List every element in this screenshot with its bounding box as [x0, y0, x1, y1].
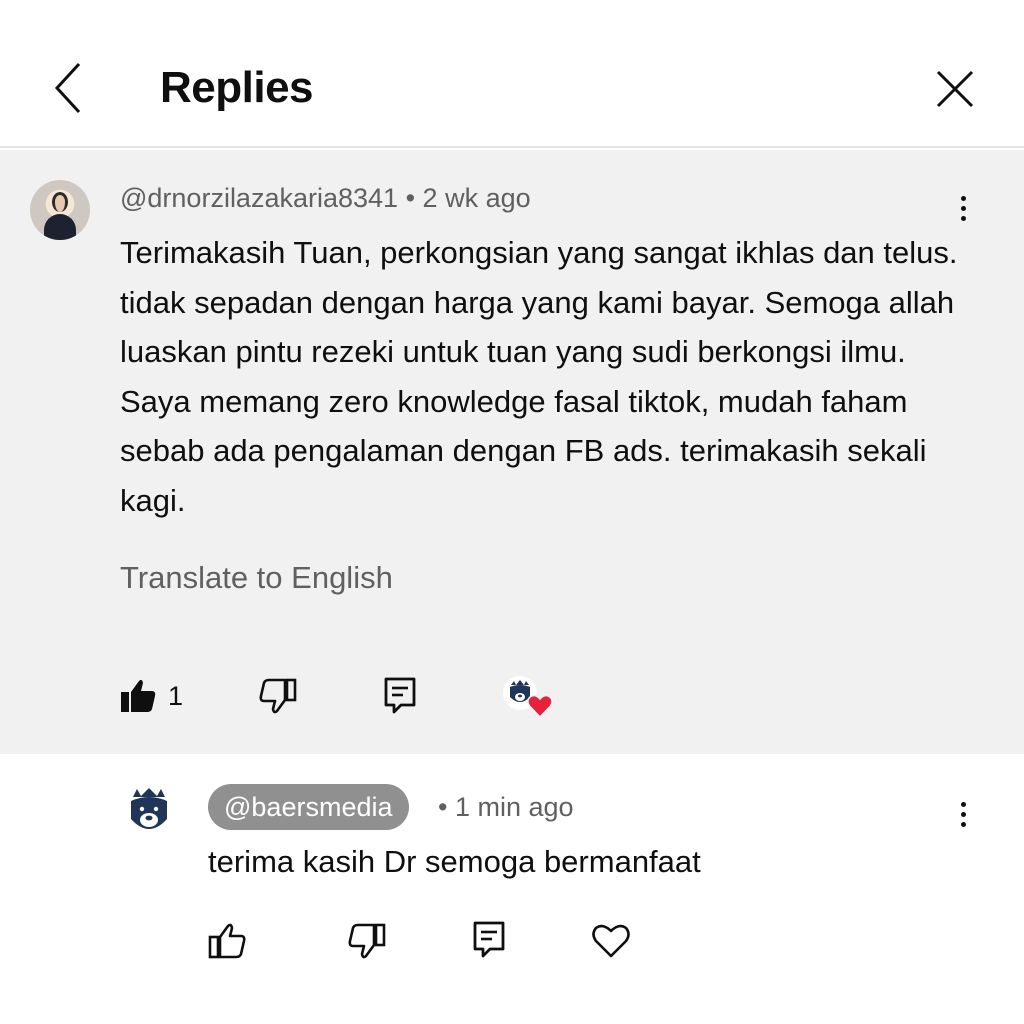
reply-time: 1 min ago	[454, 792, 574, 822]
heart-button[interactable]	[590, 920, 632, 962]
like-button[interactable]	[118, 676, 158, 716]
comment-text: Terimakasih Tuan, perkongsian yang sanga…	[120, 235, 958, 518]
replies-header: Replies	[0, 0, 1024, 148]
parent-comment: @drnorzilazakaria8341 • 2 wk ago Terimak…	[0, 150, 1024, 754]
creator-heart-badge	[503, 674, 559, 724]
reply-comment: @baersmedia • 1 min ago terima kasih Dr …	[0, 756, 1024, 1024]
reply-comment-icon	[473, 921, 505, 958]
reply-dislike-button[interactable]	[346, 920, 388, 962]
bear-logo-icon	[131, 788, 167, 829]
back-button[interactable]	[44, 58, 92, 118]
comment-meta: @drnorzilazakaria8341 • 2 wk ago	[120, 180, 531, 216]
back-arrow-icon	[54, 62, 81, 114]
reply-like-button[interactable]	[206, 920, 248, 962]
comment-time: 2 wk ago	[422, 183, 531, 213]
reply-author-pill[interactable]: @baersmedia	[208, 784, 409, 830]
dislike-button[interactable]	[258, 676, 298, 716]
thumb-down-icon	[259, 678, 297, 714]
meta-separator: •	[438, 792, 448, 822]
avatar[interactable]	[30, 180, 90, 240]
reply-comment-icon	[384, 677, 416, 714]
reply-actions	[206, 916, 666, 966]
reply-text: terima kasih Dr semoga bermanfaat	[208, 844, 701, 879]
heart-outline-icon	[592, 924, 630, 958]
close-button[interactable]	[926, 60, 984, 118]
thumb-down-icon	[348, 923, 386, 959]
translate-link[interactable]: Translate to English	[120, 558, 393, 598]
more-vert-icon	[960, 195, 966, 201]
reply-more-options-button[interactable]	[948, 792, 978, 836]
more-options-button[interactable]	[948, 186, 978, 230]
creator-heart-icon	[527, 694, 553, 718]
comment-author[interactable]: @drnorzilazakaria8341	[120, 183, 398, 213]
reply-reply-button[interactable]	[468, 918, 510, 962]
thumb-up-filled-icon	[121, 679, 156, 712]
more-vert-icon	[960, 801, 966, 807]
page-title: Replies	[160, 63, 314, 112]
like-count: 1	[168, 681, 184, 711]
reply-button[interactable]	[380, 674, 420, 718]
reply-meta: • 1 min ago	[438, 788, 574, 826]
thumb-up-icon	[208, 923, 246, 959]
close-icon	[936, 70, 974, 108]
reply-avatar[interactable]	[122, 784, 176, 840]
comment-actions: 1	[118, 674, 718, 718]
meta-separator: •	[405, 183, 416, 213]
